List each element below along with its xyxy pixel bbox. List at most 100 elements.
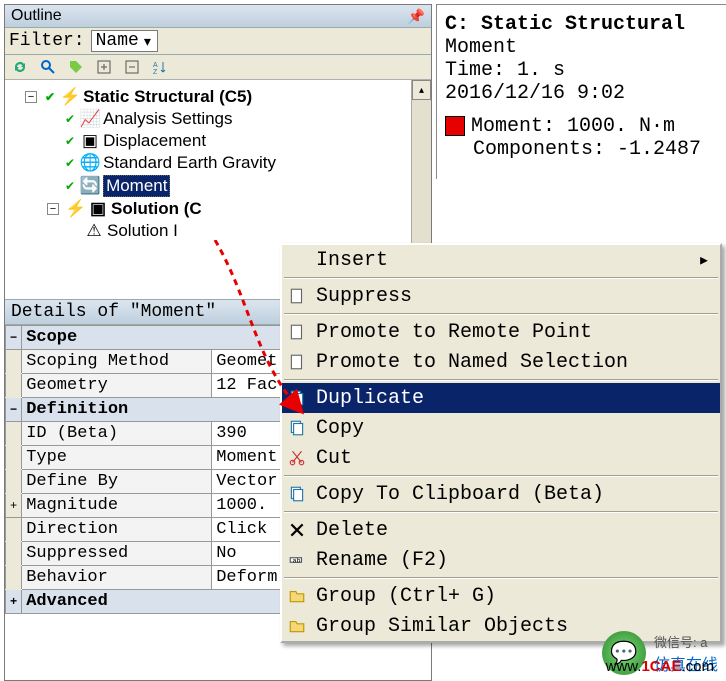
- check-icon: ✔: [65, 112, 75, 126]
- tree-solution-info[interactable]: ⚠Solution I: [25, 220, 427, 242]
- menu-promote-remote[interactable]: Promote to Remote Point: [282, 317, 720, 347]
- doc-icon: [286, 287, 308, 305]
- tree-label: Solution I: [107, 221, 178, 241]
- tree-label: Static Structural (C5): [83, 87, 252, 107]
- group-toggle[interactable]: −: [6, 326, 22, 350]
- menu-label: Suppress: [316, 285, 412, 308]
- check-icon: ✔: [65, 179, 75, 193]
- collapse-toggle[interactable]: −: [47, 203, 59, 215]
- check-icon: ✔: [65, 134, 75, 148]
- tree-label: Analysis Settings: [103, 109, 232, 129]
- prop-key: Direction: [22, 518, 212, 542]
- menu-cut[interactable]: Cut: [282, 443, 720, 473]
- settings-icon: 📈: [81, 110, 99, 128]
- menu-delete[interactable]: Delete: [282, 515, 720, 545]
- info-line: Components: -1.2487: [445, 138, 718, 161]
- svg-text:Z: Z: [153, 69, 158, 75]
- info-title: C: Static Structural: [445, 13, 718, 36]
- tree-label: Standard Earth Gravity: [103, 153, 276, 173]
- delete-icon: [286, 521, 308, 539]
- collapse-icon[interactable]: [123, 58, 141, 76]
- menu-rename[interactable]: ab Rename (F2): [282, 545, 720, 575]
- wechat-label: 微信号: a: [654, 632, 718, 651]
- doc-icon: [286, 353, 308, 371]
- tree-label: Solution (C: [111, 199, 202, 219]
- menu-label: Copy: [316, 417, 364, 440]
- brand-url: www.1CAE.com: [606, 658, 714, 675]
- copy-icon: [286, 419, 308, 437]
- prop-key: Define By: [22, 470, 212, 494]
- menu-promote-named[interactable]: Promote to Named Selection: [282, 347, 720, 377]
- menu-separator: [284, 475, 718, 477]
- svg-text:A: A: [153, 62, 158, 69]
- tree-static-structural[interactable]: − ✔ ⚡ Static Structural (C5): [25, 86, 427, 108]
- moment-icon: 🔄: [81, 177, 99, 195]
- prop-key: Suppressed: [22, 542, 212, 566]
- filter-row: Filter: Name: [5, 28, 431, 55]
- tag-icon[interactable]: [67, 58, 85, 76]
- tree-displacement[interactable]: ✔▣Displacement: [25, 130, 427, 152]
- prop-key: Geometry: [22, 374, 212, 398]
- menu-copy[interactable]: Copy: [282, 413, 720, 443]
- copy-icon: [286, 389, 308, 407]
- cube-icon: ▣: [89, 200, 107, 218]
- menu-separator: [284, 313, 718, 315]
- warn-icon: ⚠: [85, 222, 103, 240]
- folder-icon: [286, 587, 308, 605]
- menu-duplicate[interactable]: Duplicate: [282, 383, 720, 413]
- info-moment: Moment: 1000. N·m: [445, 115, 718, 138]
- filter-dropdown[interactable]: Name: [91, 30, 158, 52]
- outline-toolbar: AZ: [5, 55, 431, 80]
- find-icon[interactable]: [39, 58, 57, 76]
- watermark: 💬 微信号: a 仿真在线 www.1CAE.com: [602, 631, 718, 675]
- info-line: 2016/12/16 9:02: [445, 82, 718, 105]
- menu-separator: [284, 277, 718, 279]
- copy-icon: [286, 485, 308, 503]
- refresh-icon[interactable]: [11, 58, 29, 76]
- menu-separator: [284, 379, 718, 381]
- lightning-icon: ⚡: [67, 200, 85, 218]
- menu-label: Promote to Remote Point: [316, 321, 592, 344]
- doc-icon: [286, 323, 308, 341]
- menu-label: Rename (F2): [316, 549, 448, 572]
- sort-icon[interactable]: AZ: [151, 58, 169, 76]
- menu-copy-clipboard[interactable]: Copy To Clipboard (Beta): [282, 479, 720, 509]
- rename-icon: ab: [286, 551, 308, 569]
- menu-separator: [284, 577, 718, 579]
- cut-icon: [286, 449, 308, 467]
- gravity-icon: 🌐: [81, 154, 99, 172]
- prop-key: ID (Beta): [22, 422, 212, 446]
- info-panel: C: Static Structural Moment Time: 1. s 2…: [436, 4, 726, 179]
- tree-analysis-settings[interactable]: ✔ 📈Analysis Settings: [25, 108, 427, 130]
- color-swatch-icon: [445, 116, 465, 136]
- outline-title-bar: Outline 📌: [5, 5, 431, 28]
- group-toggle[interactable]: −: [6, 398, 22, 422]
- collapse-toggle[interactable]: −: [25, 91, 37, 103]
- tree-gravity[interactable]: ✔ 🌐Standard Earth Gravity: [25, 152, 427, 174]
- tree-moment[interactable]: ✔ 🔄Moment: [25, 174, 427, 198]
- lightning-icon: ⚡: [61, 88, 79, 106]
- tree-solution[interactable]: −⚡▣Solution (C: [25, 198, 427, 220]
- menu-suppress[interactable]: Suppress: [282, 281, 720, 311]
- expand-icon[interactable]: [95, 58, 113, 76]
- scroll-up-icon[interactable]: ▴: [412, 80, 431, 100]
- prop-key: Scoping Method: [22, 350, 212, 374]
- menu-label: Insert: [316, 249, 388, 272]
- filter-label: Filter:: [9, 31, 85, 51]
- menu-group[interactable]: Group (Ctrl+ G): [282, 581, 720, 611]
- svg-text:ab: ab: [293, 557, 301, 565]
- menu-insert[interactable]: Insert ▸: [282, 245, 720, 275]
- tree-label-selected: Moment: [103, 175, 170, 197]
- prop-key: Behavior: [22, 566, 212, 590]
- outline-tree[interactable]: − ✔ ⚡ Static Structural (C5) ✔ 📈Analysis …: [5, 80, 431, 248]
- pin-icon[interactable]: 📌: [408, 8, 425, 25]
- group-toggle[interactable]: +: [6, 494, 22, 518]
- outline-title: Outline: [11, 7, 62, 25]
- menu-label: Delete: [316, 519, 388, 542]
- cube-icon: ▣: [81, 132, 99, 150]
- menu-label: Duplicate: [316, 387, 424, 410]
- group-toggle[interactable]: +: [6, 590, 22, 614]
- menu-label: Group Similar Objects: [316, 615, 568, 638]
- submenu-arrow-icon: ▸: [698, 247, 710, 273]
- check-icon: ✔: [65, 156, 75, 170]
